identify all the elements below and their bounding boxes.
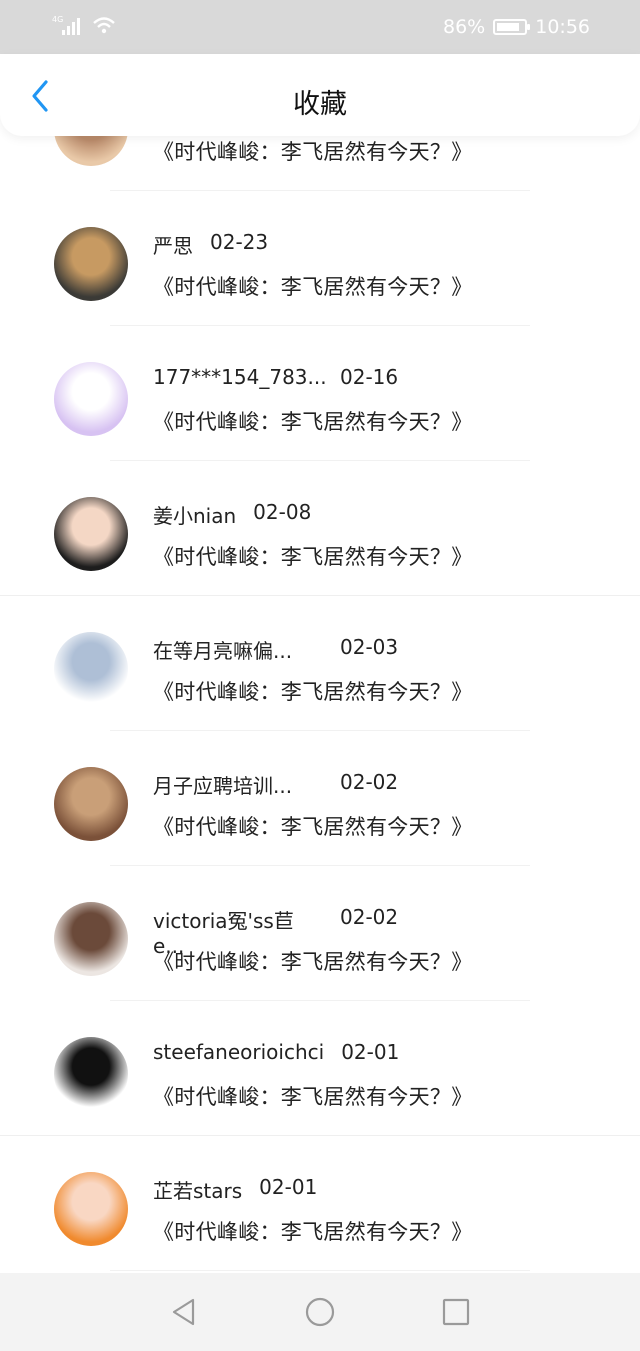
list-item[interactable]: 月子应聘培训... 02-02 《时代峰峻：李飞居然有今天？》 <box>0 731 640 866</box>
square-recents-icon <box>442 1298 470 1326</box>
list-item[interactable]: 在等月亮嘛偏... 02-03 《时代峰峻：李飞居然有今天？》 <box>0 596 640 731</box>
triangle-back-icon <box>172 1298 195 1326</box>
article-title[interactable]: 《时代峰峻：李飞居然有今天？》 <box>153 676 473 706</box>
item-date: 02-08 <box>253 500 312 524</box>
nav-recents-button[interactable] <box>388 1282 524 1342</box>
article-title[interactable]: 《时代峰峻：李飞居然有今天？》 <box>153 1216 473 1246</box>
list-item[interactable]: 姜小nian 02-08 《时代峰峻：李飞居然有今天？》 <box>0 461 640 596</box>
avatar[interactable] <box>54 1172 128 1246</box>
item-date: 02-01 <box>341 1040 400 1064</box>
item-date: 02-01 <box>259 1175 318 1199</box>
avatar[interactable] <box>54 362 128 436</box>
article-title[interactable]: 《时代峰峻：李飞居然有今天？》 <box>153 136 473 166</box>
item-date: 02-16 <box>340 365 399 389</box>
battery-icon <box>493 19 531 35</box>
author-name[interactable]: 月子应聘培训... <box>153 770 323 799</box>
author-name[interactable]: 姜小nian <box>153 500 236 529</box>
list-item[interactable]: steefaneorioichci 02-01 《时代峰峻：李飞居然有今天？》 <box>0 1001 640 1136</box>
article-title[interactable]: 《时代峰峻：李飞居然有今天？》 <box>153 406 473 436</box>
article-title[interactable]: 《时代峰峻：李飞居然有今天？》 <box>153 946 473 976</box>
article-title[interactable]: 《时代峰峻：李飞居然有今天？》 <box>153 811 473 841</box>
favorites-list-inner: 《时代峰峻：李飞居然有今天？》 严思 02-23 《时代峰峻：李飞居然有今天？》 177… <box>0 136 640 1271</box>
avatar[interactable] <box>54 1037 128 1111</box>
battery-fill <box>497 23 520 31</box>
author-name[interactable]: 在等月亮嘛偏... <box>153 635 323 664</box>
page-title: 收藏 <box>293 89 347 120</box>
battery-percent: 86% <box>443 16 486 38</box>
item-meta: steefaneorioichci 02-01 <box>153 1040 399 1064</box>
item-meta: 在等月亮嘛偏... 02-03 <box>153 635 398 664</box>
status-left: 4G <box>52 14 116 40</box>
author-name[interactable]: 177***154_783... <box>153 365 327 389</box>
wifi-icon <box>92 15 116 39</box>
avatar[interactable] <box>54 497 128 571</box>
item-date: 02-03 <box>340 635 399 659</box>
article-title[interactable]: 《时代峰峻：李飞居然有今天？》 <box>153 271 473 301</box>
avatar[interactable] <box>54 227 128 301</box>
app-header: 收藏 <box>0 54 640 136</box>
nav-home-button[interactable] <box>252 1282 388 1342</box>
author-name[interactable]: steefaneorioichci <box>153 1040 324 1064</box>
author-name[interactable]: 芷若stars <box>153 1175 242 1204</box>
nav-back-button[interactable] <box>116 1282 252 1342</box>
circle-home-icon <box>305 1297 335 1327</box>
item-date: 02-02 <box>340 770 399 794</box>
list-item[interactable]: 芷若stars 02-01 《时代峰峻：李飞居然有今天？》 <box>0 1136 640 1271</box>
list-item[interactable]: 严思 02-23 《时代峰峻：李飞居然有今天？》 <box>0 191 640 326</box>
article-title[interactable]: 《时代峰峻：李飞居然有今天？》 <box>153 541 473 571</box>
article-title[interactable]: 《时代峰峻：李飞居然有今天？》 <box>153 1081 473 1111</box>
item-meta: 芷若stars 02-01 <box>153 1175 317 1204</box>
avatar[interactable] <box>54 136 128 166</box>
item-date: 02-23 <box>210 230 269 254</box>
status-right: 86% 10:56 <box>443 16 590 38</box>
item-meta: 姜小nian 02-08 <box>153 500 311 529</box>
divider <box>110 1270 530 1271</box>
favorites-list[interactable]: 《时代峰峻：李飞居然有今天？》 严思 02-23 《时代峰峻：李飞居然有今天？》 177… <box>0 136 640 1273</box>
list-item[interactable]: 177***154_783... 02-16 《时代峰峻：李飞居然有今天？》 <box>0 326 640 461</box>
author-name[interactable]: 严思 <box>153 230 193 259</box>
clock: 10:56 <box>535 16 590 38</box>
avatar[interactable] <box>54 632 128 706</box>
list-item[interactable]: victoria冤'ss苣e... 02-02 《时代峰峻：李飞居然有今天？》 <box>0 866 640 1001</box>
list-item[interactable]: 《时代峰峻：李飞居然有今天？》 <box>0 136 640 191</box>
system-nav-bar <box>0 1273 640 1351</box>
avatar[interactable] <box>54 902 128 976</box>
status-bar: 4G 86% 10:56 <box>0 0 640 54</box>
network-label: 4G <box>52 15 63 24</box>
item-meta: 177***154_783... 02-16 <box>153 365 398 389</box>
signal-icon: 4G <box>52 14 82 40</box>
item-meta: 月子应聘培训... 02-02 <box>153 770 398 799</box>
avatar[interactable] <box>54 767 128 841</box>
item-meta: 严思 02-23 <box>153 230 268 259</box>
